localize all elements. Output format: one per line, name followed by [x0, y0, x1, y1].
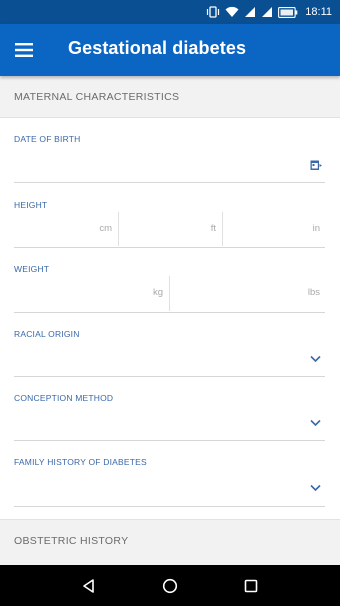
battery-icon — [278, 6, 298, 18]
calendar-icon[interactable] — [310, 158, 322, 176]
page-title: Gestational diabetes — [68, 38, 247, 58]
weight-kg-input[interactable]: kg — [14, 276, 169, 311]
vibrate-icon — [206, 6, 220, 18]
height-cm-input[interactable]: cm — [14, 212, 118, 246]
unit-label: kg — [152, 287, 163, 298]
chevron-down-icon[interactable] — [310, 414, 321, 432]
app-bar: Gestational diabetes — [0, 24, 340, 76]
weight-field: WEIGHT kg lbs — [14, 248, 325, 313]
field-label: HEIGHT — [14, 200, 48, 210]
section-header-obstetric[interactable]: OBSTETRIC HISTORY — [0, 519, 340, 565]
hamburger-menu-icon[interactable] — [10, 36, 38, 64]
status-bar: 18:11 — [0, 0, 340, 24]
date-of-birth-field[interactable]: DATE OF BIRTH — [14, 118, 325, 184]
unit-label: cm — [99, 223, 112, 234]
chevron-down-icon[interactable] — [310, 479, 321, 497]
height-field: HEIGHT cm ft in — [14, 184, 325, 248]
status-icons: 18:11 — [206, 4, 332, 20]
height-in-input[interactable]: in — [223, 212, 325, 246]
field-label: DATE OF BIRTH — [14, 134, 81, 144]
chevron-down-icon[interactable] — [310, 350, 321, 368]
field-underline — [14, 182, 325, 183]
racial-origin-select[interactable]: RACIAL ORIGIN — [14, 313, 325, 377]
unit-label: in — [312, 223, 320, 234]
field-label: WEIGHT — [14, 264, 50, 274]
section-header-maternal: MATERNAL CHARACTERISTICS — [0, 76, 340, 118]
home-icon[interactable] — [156, 572, 184, 600]
field-label: FAMILY HISTORY OF DIABETES — [14, 457, 147, 467]
field-label: CONCEPTION METHOD — [14, 393, 114, 403]
conception-method-select[interactable]: CONCEPTION METHOD — [14, 377, 325, 441]
field-label: RACIAL ORIGIN — [14, 329, 80, 339]
field-underline — [14, 506, 325, 507]
section-title: OBSTETRIC HISTORY — [14, 535, 129, 547]
back-icon[interactable] — [75, 572, 103, 600]
unit-label: lbs — [307, 287, 320, 298]
section-title: MATERNAL CHARACTERISTICS — [14, 91, 180, 103]
recents-icon[interactable] — [237, 572, 265, 600]
status-time: 18:11 — [305, 6, 332, 18]
unit-label: ft — [210, 223, 216, 234]
signal-icon — [261, 6, 273, 18]
weight-lbs-input[interactable]: lbs — [170, 276, 325, 311]
height-ft-input[interactable]: ft — [119, 212, 222, 246]
family-history-select[interactable]: FAMILY HISTORY OF DIABETES — [14, 441, 325, 507]
wifi-icon — [225, 6, 239, 18]
signal-icon — [244, 6, 256, 18]
navigation-bar — [0, 565, 340, 606]
